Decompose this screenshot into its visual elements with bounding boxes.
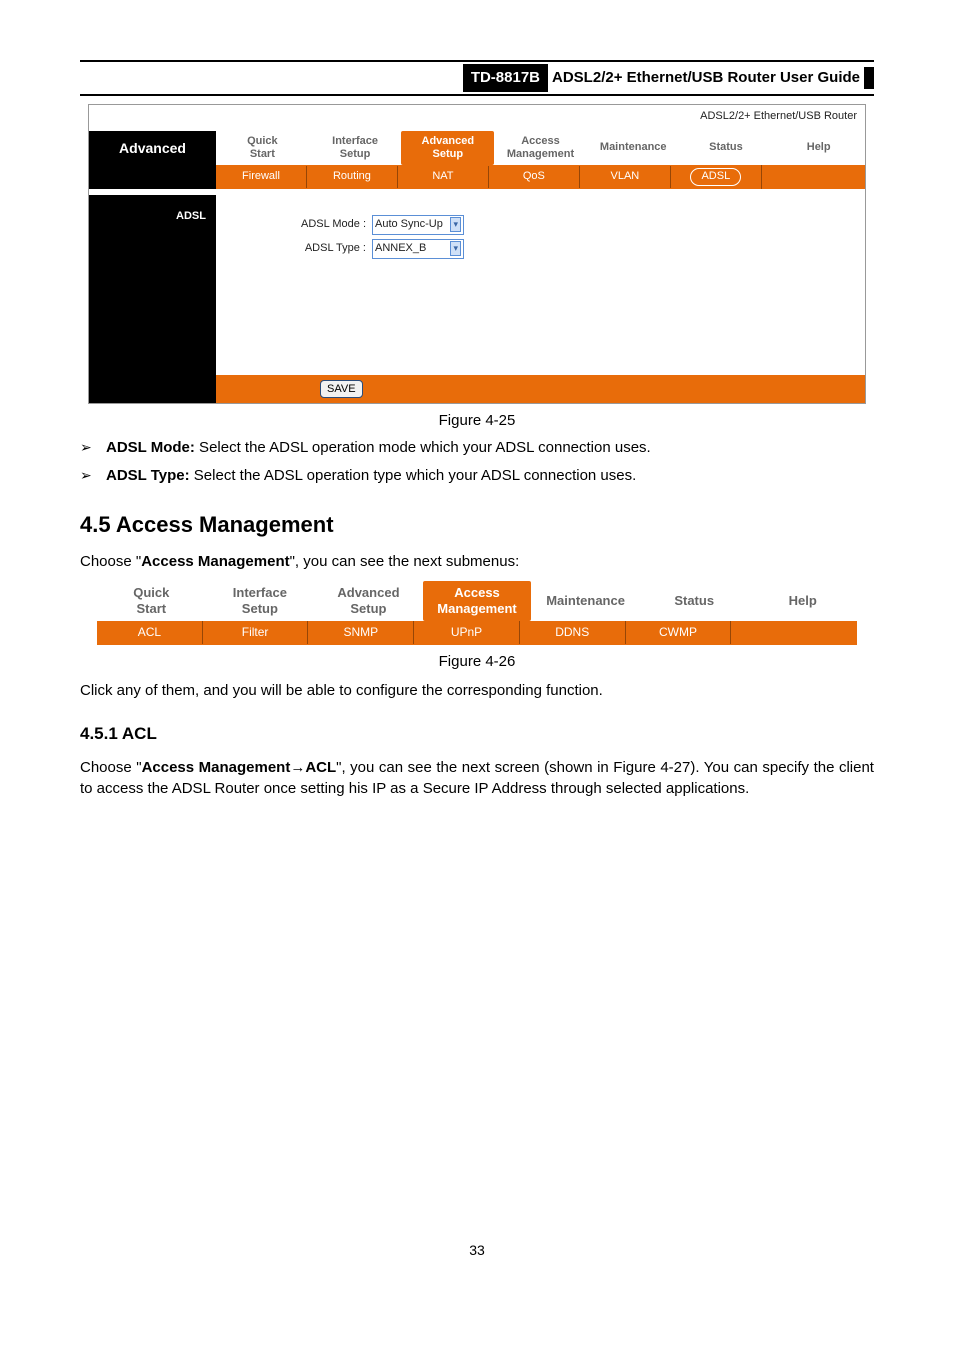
tab-quick-start[interactable]: Quick Start bbox=[97, 581, 206, 621]
tab-status[interactable]: Status bbox=[680, 131, 773, 165]
tab-maintenance[interactable]: Maintenance bbox=[531, 581, 640, 621]
subtab-routing[interactable]: Routing bbox=[307, 166, 398, 188]
figure-4-26-caption: Figure 4-26 bbox=[80, 651, 874, 673]
tab-help[interactable]: Help bbox=[772, 131, 865, 165]
adsl-mode-select[interactable]: Auto Sync-Up ▾ bbox=[372, 215, 464, 235]
subtab-ddns[interactable]: DDNS bbox=[520, 621, 626, 644]
para-click-any: Click any of them, and you will be able … bbox=[80, 680, 874, 702]
subtab-adsl[interactable]: ADSL bbox=[671, 165, 762, 189]
para-acl: Choose "Access Management→ACL", you can … bbox=[80, 757, 874, 801]
model-badge: TD-8817B bbox=[463, 64, 548, 92]
section-side-label: ADSL bbox=[89, 195, 216, 375]
tab-access-management[interactable]: Access Management bbox=[423, 581, 532, 621]
tab-maintenance[interactable]: Maintenance bbox=[587, 131, 680, 165]
doc-title: ADSL2/2+ Ethernet/USB Router User Guide bbox=[552, 67, 860, 89]
tab-status[interactable]: Status bbox=[640, 581, 749, 621]
subtab-blank bbox=[731, 630, 857, 636]
subtab-acl[interactable]: ACL bbox=[97, 621, 203, 644]
router-ui-advanced-setup: ADSL2/2+ Ethernet/USB Router Advanced Qu… bbox=[88, 104, 866, 404]
subtab-firewall[interactable]: Firewall bbox=[216, 166, 307, 188]
note-adsl-mode: ADSL Mode: Select the ADSL operation mod… bbox=[80, 437, 874, 459]
tab-interface-setup[interactable]: Interface Setup bbox=[206, 581, 315, 621]
doc-header: TD-8817B ADSL2/2+ Ethernet/USB Router Us… bbox=[80, 60, 874, 96]
heading-4-5: 4.5 Access Management bbox=[80, 509, 874, 541]
subtab-qos[interactable]: QoS bbox=[489, 166, 580, 188]
page-number: 33 bbox=[80, 1240, 874, 1260]
adsl-type-select[interactable]: ANNEX_B ▾ bbox=[372, 239, 464, 259]
header-end-block bbox=[864, 67, 874, 89]
device-label: ADSL2/2+ Ethernet/USB Router bbox=[89, 105, 865, 131]
subtab-upnp[interactable]: UPnP bbox=[414, 621, 520, 644]
note-adsl-type: ADSL Type: Select the ADSL operation typ… bbox=[80, 465, 874, 487]
chevron-down-icon: ▾ bbox=[450, 241, 461, 256]
tab-advanced-setup[interactable]: Advanced Setup bbox=[401, 131, 494, 165]
tab-help[interactable]: Help bbox=[748, 581, 857, 621]
router-ui-access-management-nav: Quick Start Interface Setup Advanced Set… bbox=[97, 581, 857, 645]
heading-4-5-1: 4.5.1 ACL bbox=[80, 722, 874, 747]
adsl-mode-label: ADSL Mode : bbox=[256, 217, 366, 233]
subtab-vlan[interactable]: VLAN bbox=[580, 166, 671, 188]
figure-4-25-caption: Figure 4-25 bbox=[80, 410, 874, 432]
adsl-type-label: ADSL Type : bbox=[256, 241, 366, 257]
tab-quick-start[interactable]: Quick Start bbox=[216, 131, 309, 165]
intro-4-5: Choose "Access Management", you can see … bbox=[80, 551, 874, 573]
save-button[interactable]: SAVE bbox=[320, 380, 363, 398]
tab-interface-setup[interactable]: Interface Setup bbox=[309, 131, 402, 165]
subtab-blank bbox=[762, 174, 865, 180]
subtab-cwmp[interactable]: CWMP bbox=[626, 621, 732, 644]
tab-advanced-setup[interactable]: Advanced Setup bbox=[314, 581, 423, 621]
chevron-down-icon: ▾ bbox=[450, 217, 461, 232]
tab-access-management[interactable]: Access Management bbox=[494, 131, 587, 165]
side-title: Advanced bbox=[89, 131, 216, 165]
subtab-nat[interactable]: NAT bbox=[398, 166, 489, 188]
subtab-snmp[interactable]: SNMP bbox=[308, 621, 414, 644]
subtab-filter[interactable]: Filter bbox=[203, 621, 309, 644]
adsl-mode-value: Auto Sync-Up bbox=[375, 217, 443, 233]
adsl-type-value: ANNEX_B bbox=[375, 241, 426, 257]
